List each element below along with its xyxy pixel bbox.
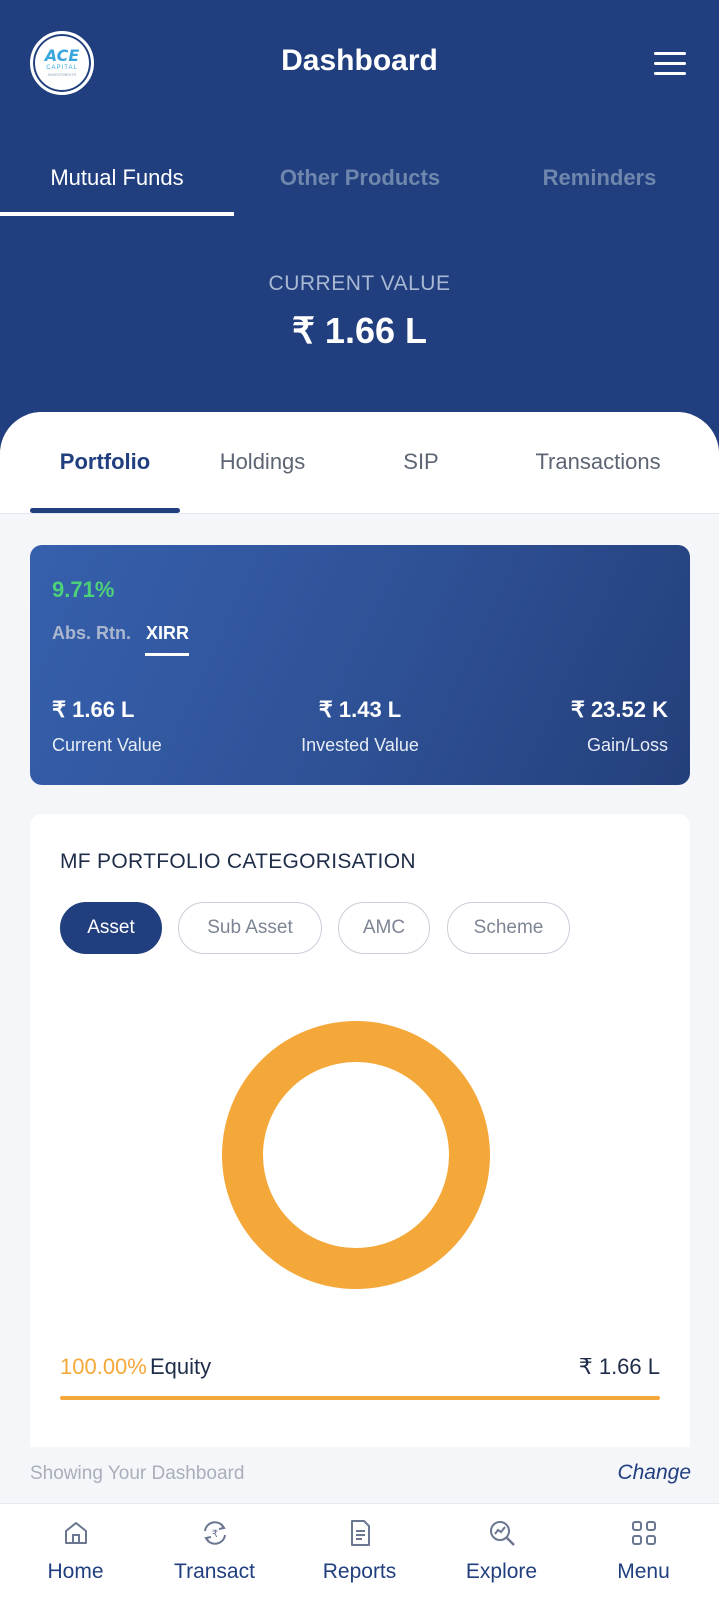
- nav-home[interactable]: Home: [4, 1504, 147, 1600]
- bottom-navigation: Home ₹ Transact Reports Explore Menu: [0, 1503, 719, 1600]
- categorisation-card: MF PORTFOLIO CATEGORISATION Asset Sub As…: [30, 814, 690, 1452]
- tab-portfolio[interactable]: Portfolio: [30, 412, 180, 512]
- product-tabs: Mutual Funds Other Products Reminders: [0, 138, 719, 218]
- reports-icon: [351, 1520, 370, 1546]
- hamburger-icon[interactable]: [654, 52, 686, 76]
- chip-scheme[interactable]: Scheme: [447, 902, 570, 954]
- tab-sip[interactable]: SIP: [360, 412, 482, 512]
- tab-other-products[interactable]: Other Products: [240, 138, 480, 218]
- legend-percent: 100.00%: [60, 1354, 147, 1379]
- hamburger-line: [654, 62, 686, 65]
- page-title: Dashboard: [281, 44, 438, 77]
- nav-home-label: Home: [47, 1560, 104, 1583]
- nav-menu-label: Menu: [617, 1560, 670, 1583]
- legend-category: Equity: [150, 1354, 212, 1379]
- legend-amount: ₹ 1.66 L: [578, 1354, 660, 1379]
- asset-donut-chart[interactable]: [220, 1014, 492, 1296]
- portfolio-sheet: Portfolio Holdings SIP Transactions 9.71…: [0, 412, 719, 1452]
- nav-transact[interactable]: ₹ Transact: [143, 1504, 286, 1600]
- portfolio-summary-card: 9.71% Abs. Rtn. XIRR ₹ 1.66 L Current Va…: [30, 545, 690, 785]
- gain-loss-stat: ₹ 23.52 K: [570, 697, 668, 722]
- abs-return-toggle[interactable]: Abs. Rtn.: [52, 623, 131, 644]
- subtab-indicator: [30, 508, 180, 513]
- nav-explore[interactable]: Explore: [430, 1504, 573, 1600]
- transact-icon: ₹: [204, 1521, 226, 1545]
- return-percentage: 9.71%: [52, 577, 115, 602]
- nav-reports[interactable]: Reports: [288, 1504, 431, 1600]
- chip-sub-asset[interactable]: Sub Asset: [178, 902, 322, 954]
- chip-asset[interactable]: Asset: [60, 902, 162, 954]
- dashboard-strip: Showing Your Dashboard Change: [0, 1447, 719, 1503]
- active-tab-indicator: [0, 212, 234, 216]
- dashboard-info-text: Showing Your Dashboard: [30, 1463, 245, 1484]
- categorisation-title: MF PORTFOLIO CATEGORISATION: [60, 850, 416, 873]
- home-icon: [65, 1522, 87, 1544]
- portfolio-subtabs: Portfolio Holdings SIP Transactions: [0, 412, 719, 514]
- nav-transact-label: Transact: [174, 1560, 255, 1583]
- explore-icon: [490, 1521, 515, 1546]
- current-value-label: CURRENT VALUE: [268, 272, 451, 295]
- nav-explore-label: Explore: [465, 1560, 538, 1583]
- current-value-amount: ₹ 1.66 L: [292, 310, 427, 351]
- nav-reports-label: Reports: [322, 1560, 397, 1583]
- gain-loss-stat-label: Gain/Loss: [586, 735, 668, 755]
- xirr-toggle[interactable]: XIRR: [146, 623, 189, 644]
- xirr-selected-underline: [145, 653, 189, 656]
- hamburger-line: [654, 72, 686, 75]
- chip-amc[interactable]: AMC: [338, 902, 430, 954]
- tab-transactions[interactable]: Transactions: [510, 412, 686, 512]
- tab-reminders[interactable]: Reminders: [480, 138, 719, 218]
- hamburger-line: [654, 52, 686, 55]
- header-hero: ACE CAPITAL INVESTMENTS Dashboard Mutual…: [0, 0, 719, 460]
- tab-mutual-funds[interactable]: Mutual Funds: [0, 138, 234, 218]
- tab-holdings[interactable]: Holdings: [190, 412, 335, 512]
- donut-slice-equity[interactable]: [222, 1021, 490, 1289]
- svg-text:₹: ₹: [212, 1529, 218, 1540]
- change-dashboard-link[interactable]: Change: [617, 1461, 691, 1485]
- grid-menu-icon: [632, 1521, 656, 1545]
- nav-menu[interactable]: Menu: [572, 1504, 715, 1600]
- legend-bar: [60, 1396, 660, 1400]
